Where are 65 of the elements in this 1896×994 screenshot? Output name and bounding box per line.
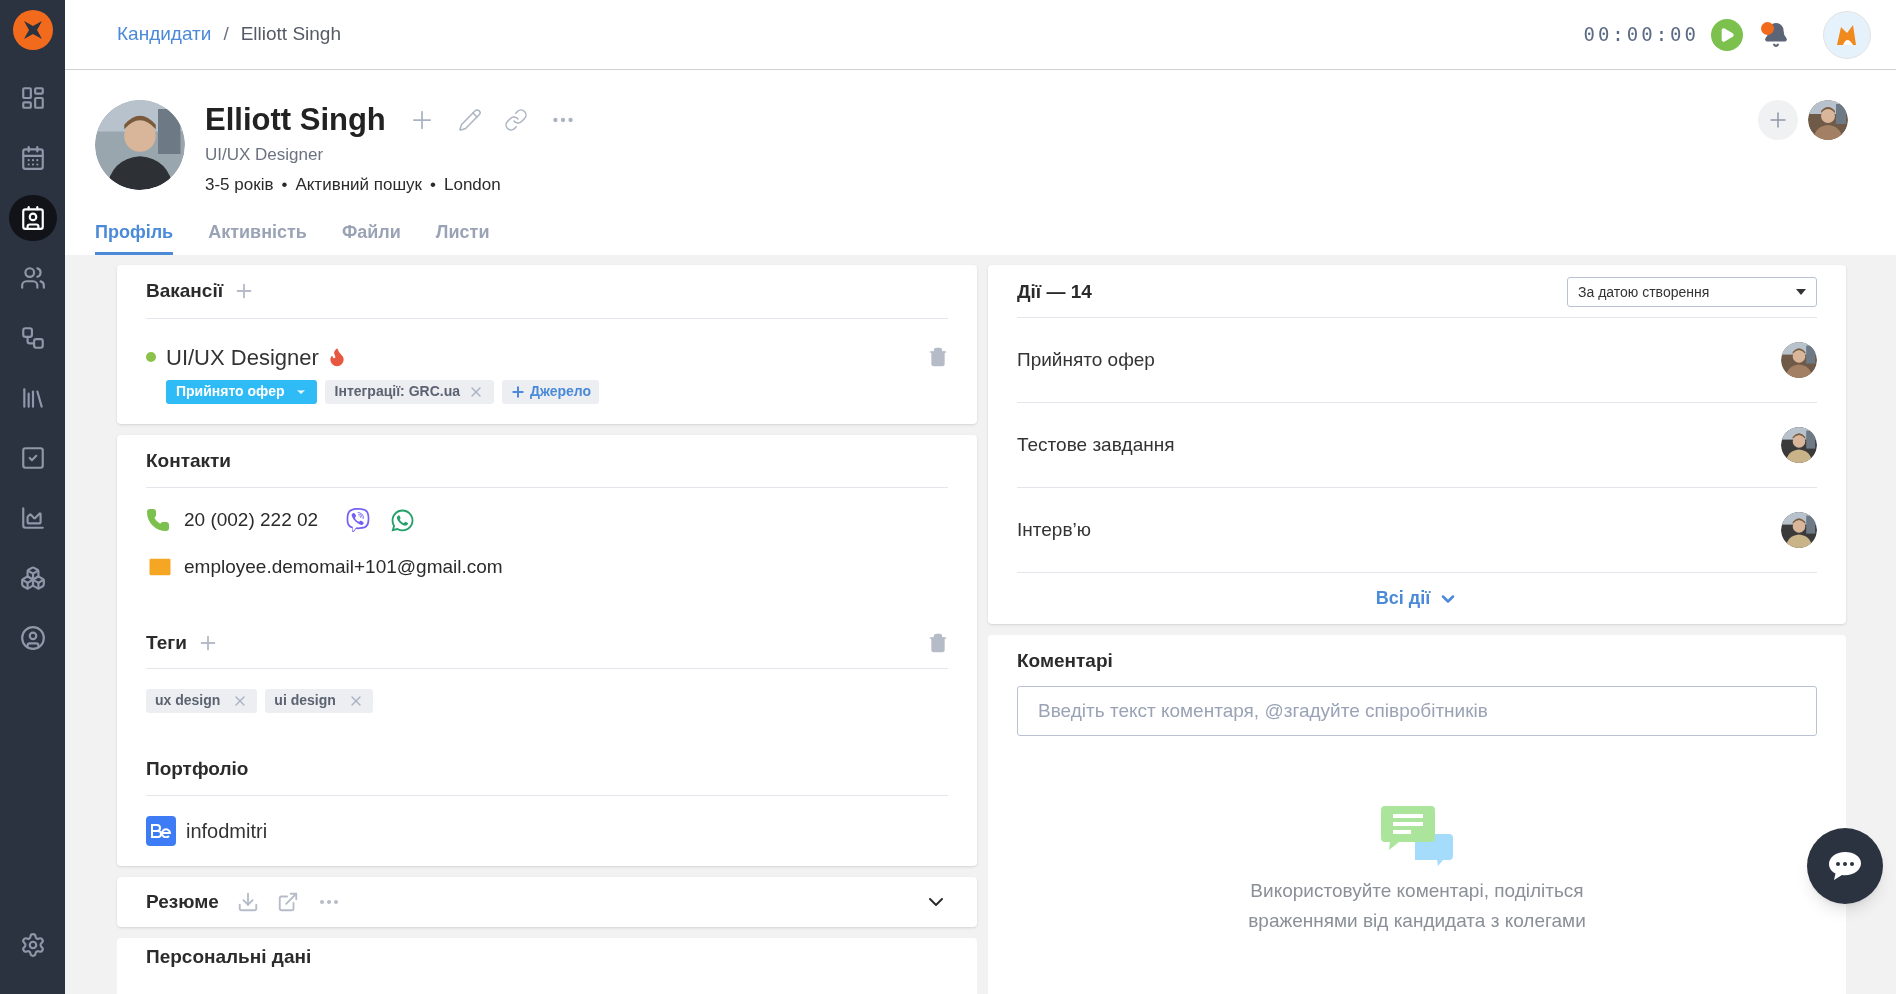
card-title: Коментарі (1017, 649, 1114, 673)
download-icon[interactable] (236, 891, 259, 913)
card-title: Резюме (146, 889, 219, 914)
trash-icon[interactable] (928, 633, 948, 654)
tag: ui design (265, 688, 373, 713)
action-row[interactable]: Прийнято офер (1017, 318, 1817, 402)
breadcrumb-current: Elliott Singh (240, 22, 341, 47)
play-button[interactable] (1711, 18, 1743, 51)
chat-button[interactable] (1807, 828, 1883, 904)
viber-icon[interactable] (346, 508, 371, 533)
link-icon[interactable] (503, 108, 528, 132)
user-avatar[interactable] (1823, 10, 1871, 59)
play-icon (1719, 26, 1735, 43)
logo-icon (12, 10, 53, 50)
whatsapp-icon[interactable] (390, 507, 416, 533)
timer: 00:00:00 (1583, 22, 1699, 48)
candidate-detail: London (444, 173, 501, 196)
portfolio-link[interactable]: infodmitri (186, 816, 268, 846)
trash-icon[interactable] (928, 347, 948, 367)
breadcrumb-separator: / (223, 22, 229, 47)
phone-number: 20 (002) 222 02 (184, 508, 319, 532)
contact-card-icon[interactable] (8, 195, 57, 241)
card-title: Портфоліо (146, 757, 249, 779)
breadcrumb-link[interactable]: Кандидати (117, 20, 212, 49)
card-title: Теги (146, 631, 187, 655)
behance-icon (146, 816, 176, 846)
show-all-button[interactable]: Всі дії (1375, 585, 1459, 612)
tab[interactable]: Профіль (95, 219, 174, 255)
candidate-name: Elliott Singh (205, 101, 386, 139)
vacancy-title[interactable]: UI/UX Designer (166, 340, 319, 374)
candidate-detail: Активний пошук (295, 173, 423, 196)
card-title: Дії — 14 (1017, 279, 1092, 304)
tag: ux design (146, 688, 258, 713)
action-title: Інтерв’ю (1017, 517, 1091, 542)
caret-icon (1796, 289, 1806, 295)
settings-icon[interactable] (19, 932, 46, 958)
chat-bubbles-icon (1381, 805, 1453, 866)
card-title: Персональні дані (146, 946, 312, 967)
empty-comments-text: Використовуйте коментарі, поділіться враженнями від кандидата з колегами (1247, 878, 1587, 933)
action-title: Прийнято офер (1017, 347, 1155, 372)
source-tag: Інтеграції: GRC.ua (324, 379, 494, 404)
sort-dropdown[interactable]: За датою створення (1567, 277, 1817, 307)
card-title: Контакти (146, 449, 232, 471)
action-row[interactable]: Тестове завдання (1017, 403, 1817, 487)
card-title: Вакансії (146, 279, 224, 303)
chat-icon (1827, 850, 1863, 882)
add-user-button[interactable] (1758, 100, 1798, 140)
plus-icon (510, 383, 526, 400)
candidate-position: UI/UX Designer (205, 144, 325, 166)
add-source-button[interactable]: Джерело (502, 379, 600, 404)
tab[interactable]: Листи (435, 219, 490, 255)
external-link-icon[interactable] (276, 891, 299, 913)
status-dropdown[interactable]: Прийнято офер (166, 379, 317, 404)
candidate-detail: 3-5 років (205, 173, 274, 196)
phone-icon (146, 508, 170, 533)
tab[interactable]: Активність (208, 219, 307, 255)
email-link[interactable]: employee.demomail+101@gmail.com (184, 552, 503, 581)
action-row[interactable]: Інтерв’ю (1017, 488, 1817, 572)
tab[interactable]: Файли (341, 219, 401, 255)
pencil-icon[interactable] (457, 108, 482, 132)
bullet-separator: • (430, 173, 436, 196)
notification-bell-icon[interactable] (1763, 21, 1789, 48)
bullet-separator: • (281, 173, 288, 196)
comment-field[interactable]: Введіть текст коментаря, @згадуйте співробітників (1017, 685, 1817, 736)
action-title: Тестове завдання (1017, 432, 1175, 457)
